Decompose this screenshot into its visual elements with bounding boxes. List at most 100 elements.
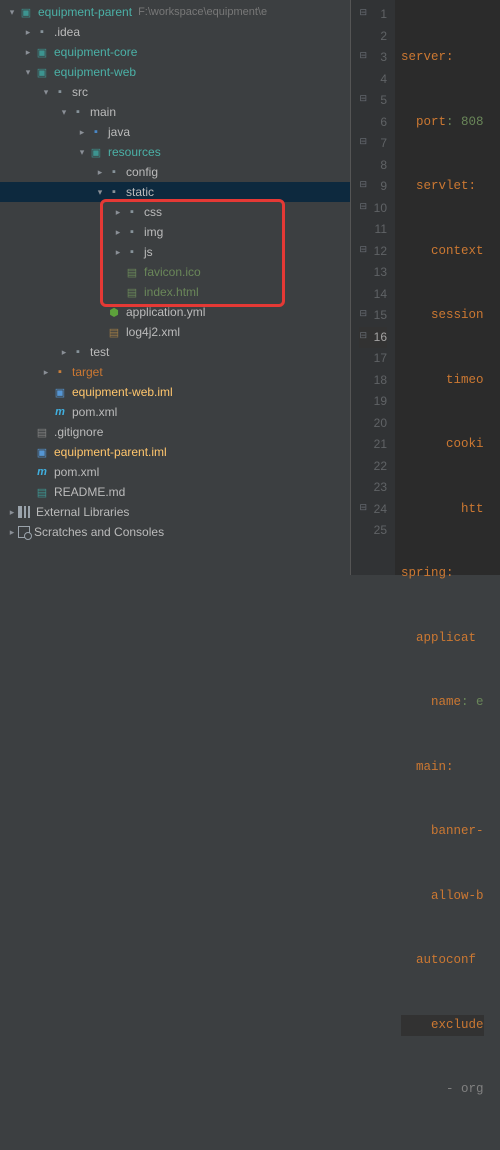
chevron-right-icon[interactable]: ▸ (40, 367, 52, 378)
chevron-down-icon[interactable]: ▾ (40, 87, 52, 98)
tree-label: js (144, 245, 153, 259)
tree-label: log4j2.xml (126, 325, 180, 339)
tree-item-test[interactable]: ▸ ▪ test (0, 342, 350, 362)
tree-item-gitignore[interactable]: ▤ .gitignore (0, 422, 350, 442)
project-path: F:\workspace\equipment\e (138, 6, 267, 18)
chevron-right-icon[interactable]: ▸ (94, 167, 106, 178)
tree-label: pom.xml (54, 465, 99, 479)
gutter-line: 9⊟ (359, 176, 387, 198)
resources-folder-icon: ▣ (88, 144, 104, 160)
tree-item-log4j2[interactable]: ▤ log4j2.xml (0, 322, 350, 342)
chevron-right-icon[interactable]: ▸ (22, 27, 34, 38)
chevron-right-icon[interactable]: ▸ (112, 227, 124, 238)
chevron-right-icon[interactable]: ▸ (76, 127, 88, 138)
gutter-line: 18 (359, 370, 387, 392)
fold-icon[interactable]: ⊟ (357, 330, 367, 340)
tree-item-index[interactable]: ▤ index.html (0, 282, 350, 302)
gutter-line: 21 (359, 434, 387, 456)
folder-icon: ▪ (124, 244, 140, 260)
gutter-line: 24⊟ (359, 499, 387, 521)
tree-item-web[interactable]: ▾ ▣ equipment-web (0, 62, 350, 82)
maven-file-icon: m (52, 404, 68, 420)
tree-item-css[interactable]: ▸ ▪ css (0, 202, 350, 222)
gutter-line: 4 (359, 69, 387, 91)
fold-icon[interactable]: ⊟ (357, 50, 367, 60)
gutter-line: 14 (359, 284, 387, 306)
tree-item-src[interactable]: ▾ ▪ src (0, 82, 350, 102)
tree-label: External Libraries (36, 505, 129, 519)
html-file-icon: ▤ (124, 284, 140, 300)
editor-panel: 1⊟23⊟45⊟67⊟89⊟10⊟1112⊟131415⊟16⊟17181920… (350, 0, 500, 575)
gutter-line: 12⊟ (359, 241, 387, 263)
folder-icon: ▪ (52, 84, 68, 100)
tree-item-resources[interactable]: ▾ ▣ resources (0, 142, 350, 162)
chevron-down-icon[interactable]: ▾ (22, 67, 34, 78)
chevron-right-icon[interactable]: ▸ (112, 247, 124, 258)
fold-icon[interactable]: ⊟ (357, 7, 367, 17)
fold-icon[interactable]: ⊟ (357, 201, 367, 211)
tree-item-target[interactable]: ▸ ▪ target (0, 362, 350, 382)
folder-icon: ▪ (70, 104, 86, 120)
module-folder-icon: ▣ (34, 64, 50, 80)
fold-icon[interactable]: ⊟ (357, 244, 367, 254)
tree-label: resources (108, 145, 161, 159)
tree-item-external-libraries[interactable]: ▸ External Libraries (0, 502, 350, 522)
fold-icon[interactable]: ⊟ (357, 136, 367, 146)
tree-item-idea[interactable]: ▸ ▪ .idea (0, 22, 350, 42)
tree-item-appyml[interactable]: ⬢ application.yml (0, 302, 350, 322)
folder-icon: ▪ (124, 224, 140, 240)
tree-label: .gitignore (54, 425, 103, 439)
editor-code[interactable]: server: port: 808 servlet: context sessi… (395, 0, 484, 575)
tree-label: equipment-web (54, 65, 136, 79)
tree-label: application.yml (126, 305, 205, 319)
fold-icon[interactable]: ⊟ (357, 93, 367, 103)
tree-label: equipment-core (54, 45, 137, 59)
chevron-right-icon[interactable]: ▸ (6, 507, 18, 518)
tree-item-scratches[interactable]: ▸ Scratches and Consoles (0, 522, 350, 542)
iml-file-icon: ▣ (52, 384, 68, 400)
gutter-line: 13 (359, 262, 387, 284)
fold-icon[interactable]: ⊟ (357, 502, 367, 512)
tree-item-readme[interactable]: ▤ README.md (0, 482, 350, 502)
chevron-right-icon[interactable]: ▸ (6, 527, 18, 538)
tree-item-favicon[interactable]: ▤ favicon.ico (0, 262, 350, 282)
gutter-line: 1⊟ (359, 4, 387, 26)
tree-item-java[interactable]: ▸ ▪ java (0, 122, 350, 142)
chevron-right-icon[interactable]: ▸ (112, 207, 124, 218)
source-folder-icon: ▪ (88, 124, 104, 140)
tree-item-img[interactable]: ▸ ▪ img (0, 222, 350, 242)
tree-item-webiml[interactable]: ▣ equipment-web.iml (0, 382, 350, 402)
tree-item-parentiml[interactable]: ▣ equipment-parent.iml (0, 442, 350, 462)
folder-icon: ▪ (34, 24, 50, 40)
tree-item-static[interactable]: ▾ ▪ static (0, 182, 350, 202)
chevron-down-icon[interactable]: ▾ (58, 107, 70, 118)
gutter-line: 2 (359, 26, 387, 48)
gutter-line: 5⊟ (359, 90, 387, 112)
tree-label: favicon.ico (144, 265, 201, 279)
gutter-line: 7⊟ (359, 133, 387, 155)
chevron-down-icon[interactable]: ▾ (6, 7, 18, 18)
tree-item-core[interactable]: ▸ ▣ equipment-core (0, 42, 350, 62)
chevron-down-icon[interactable]: ▾ (94, 187, 106, 198)
editor-gutter[interactable]: 1⊟23⊟45⊟67⊟89⊟10⊟1112⊟131415⊟16⊟17181920… (351, 0, 395, 575)
gutter-line: 10⊟ (359, 198, 387, 220)
chevron-right-icon[interactable]: ▸ (22, 47, 34, 58)
tree-item-config[interactable]: ▸ ▪ config (0, 162, 350, 182)
tree-item-webpom[interactable]: m pom.xml (0, 402, 350, 422)
tree-item-main[interactable]: ▾ ▪ main (0, 102, 350, 122)
tree-label: index.html (144, 285, 199, 299)
tree-item-rootpom[interactable]: m pom.xml (0, 462, 350, 482)
gutter-line: 20 (359, 413, 387, 435)
tree-label: test (90, 345, 109, 359)
chevron-down-icon[interactable]: ▾ (76, 147, 88, 158)
chevron-right-icon[interactable]: ▸ (58, 347, 70, 358)
fold-icon[interactable]: ⊟ (357, 308, 367, 318)
gutter-line: 8 (359, 155, 387, 177)
project-tree-panel: ▾ ▣ equipment-parent F:\workspace\equipm… (0, 0, 350, 575)
tree-root[interactable]: ▾ ▣ equipment-parent F:\workspace\equipm… (0, 2, 350, 22)
fold-icon[interactable]: ⊟ (357, 179, 367, 189)
folder-icon: ▪ (106, 164, 122, 180)
project-tree: ▾ ▣ equipment-parent F:\workspace\equipm… (0, 0, 350, 542)
iml-file-icon: ▣ (34, 444, 50, 460)
tree-item-js[interactable]: ▸ ▪ js (0, 242, 350, 262)
